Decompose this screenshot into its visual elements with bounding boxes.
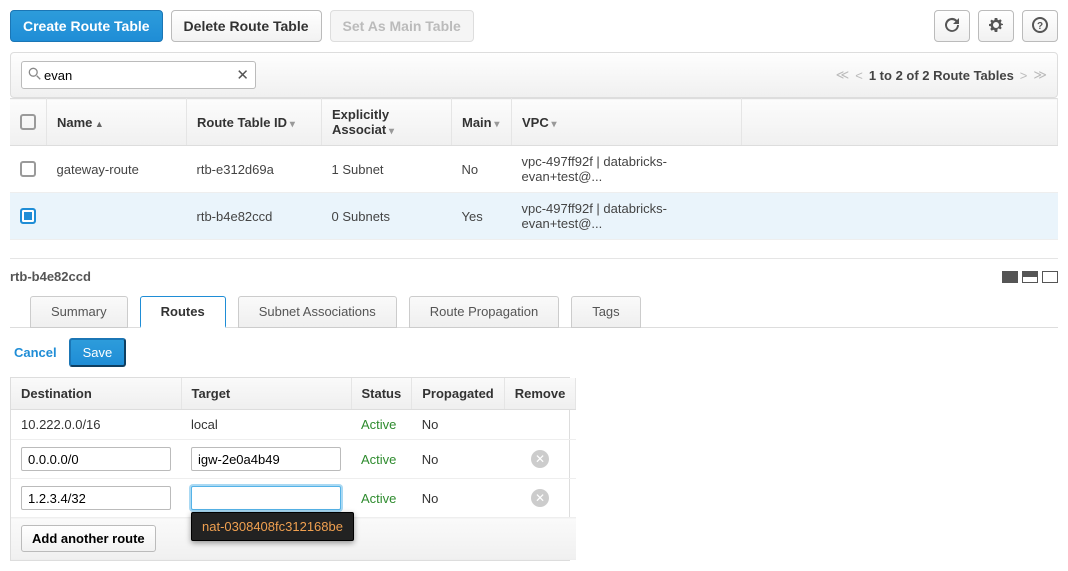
rt-col-remove: Remove xyxy=(504,378,576,410)
cell-name: gateway-route xyxy=(47,146,187,193)
status-text: Active xyxy=(361,491,396,506)
detail-tabs: Summary Routes Subnet Associations Route… xyxy=(10,296,1058,328)
tab-subnet-associations[interactable]: Subnet Associations xyxy=(238,296,397,328)
select-all-checkbox[interactable] xyxy=(20,114,36,130)
status-text: Active xyxy=(361,452,396,467)
tab-route-propagation[interactable]: Route Propagation xyxy=(409,296,559,328)
help-button[interactable]: ? xyxy=(1022,10,1058,42)
tab-routes[interactable]: Routes xyxy=(140,296,226,328)
search-input[interactable] xyxy=(42,67,236,84)
cell-explicit-assoc: 0 Subnets xyxy=(322,193,452,240)
layout-detail-icon[interactable] xyxy=(1042,271,1058,283)
add-another-route-button[interactable]: Add another route xyxy=(21,525,156,552)
cell-route-table-id: rtb-b4e82ccd xyxy=(187,193,322,240)
edit-actions: Cancel Save xyxy=(10,328,1058,377)
save-button[interactable]: Save xyxy=(69,338,127,367)
cell-main: Yes xyxy=(452,193,512,240)
status-text: Active xyxy=(361,417,396,432)
help-icon: ? xyxy=(1032,17,1048,36)
cell-main: No xyxy=(452,146,512,193)
gear-icon xyxy=(988,17,1004,36)
tab-summary[interactable]: Summary xyxy=(30,296,128,328)
pager-text: 1 to 2 of 2 Route Tables xyxy=(869,68,1014,83)
remove-route-button[interactable]: ✕ xyxy=(531,489,549,507)
layout-split-icon[interactable] xyxy=(1022,271,1038,283)
route-row: nat-0308408fc312168beActiveNo✕ xyxy=(11,479,576,518)
tab-tags[interactable]: Tags xyxy=(571,296,640,328)
rt-col-propagated: Propagated xyxy=(412,378,505,410)
cell-explicit-assoc: 1 Subnet xyxy=(322,146,452,193)
pager-first-icon[interactable]: ≪ xyxy=(836,67,850,83)
rt-col-target: Target xyxy=(181,378,351,410)
routes-edit-table: Destination Target Status Propagated Rem… xyxy=(10,377,570,561)
clear-search-icon[interactable]: ✕ xyxy=(236,66,249,84)
detail-header: rtb-b4e82ccd xyxy=(10,267,1058,290)
target-input[interactable] xyxy=(191,486,341,510)
layout-toggles xyxy=(1002,271,1058,283)
rt-col-status: Status xyxy=(351,378,412,410)
col-vpc[interactable]: VPC xyxy=(512,99,742,146)
row-checkbox[interactable] xyxy=(20,161,36,177)
search-icon xyxy=(28,67,42,84)
col-name[interactable]: Name xyxy=(47,99,187,146)
cell-name xyxy=(47,193,187,240)
target-suggestion[interactable]: nat-0308408fc312168be xyxy=(191,512,354,541)
set-as-main-table-button: Set As Main Table xyxy=(330,10,474,42)
target-input[interactable] xyxy=(191,447,341,471)
propagated-text: No xyxy=(412,410,505,440)
pager-prev-icon[interactable]: < xyxy=(855,68,863,83)
table-row[interactable]: rtb-b4e82ccd0 SubnetsYesvpc-497ff92f | d… xyxy=(10,193,1058,240)
propagated-text: No xyxy=(412,479,505,518)
delete-route-table-button[interactable]: Delete Route Table xyxy=(171,10,322,42)
destination-text: 10.222.0.0/16 xyxy=(11,410,181,440)
propagated-text: No xyxy=(412,440,505,479)
pager: ≪ < 1 to 2 of 2 Route Tables > ≫ xyxy=(836,67,1047,83)
pager-last-icon[interactable]: ≫ xyxy=(1033,67,1047,83)
row-checkbox[interactable] xyxy=(20,208,36,224)
create-route-table-button[interactable]: Create Route Table xyxy=(10,10,163,42)
route-row: 10.222.0.0/16local Active No xyxy=(11,410,576,440)
pager-next-icon[interactable]: > xyxy=(1020,68,1028,83)
cell-route-table-id: rtb-e312d69a xyxy=(187,146,322,193)
detail-title: rtb-b4e82ccd xyxy=(10,269,91,284)
col-route-table-id[interactable]: Route Table ID xyxy=(187,99,322,146)
route-tables-table: Name Route Table ID Explicitly Associat … xyxy=(10,98,1058,240)
route-row: Active No ✕ xyxy=(11,440,576,479)
remove-route-button[interactable]: ✕ xyxy=(531,450,549,468)
table-row[interactable]: gateway-routertb-e312d69a1 SubnetNovpc-4… xyxy=(10,146,1058,193)
refresh-icon xyxy=(944,17,960,36)
search-box[interactable]: ✕ xyxy=(21,61,256,89)
top-toolbar: Create Route Table Delete Route Table Se… xyxy=(10,10,1058,42)
destination-input[interactable] xyxy=(21,447,171,471)
rt-col-destination: Destination xyxy=(11,378,181,410)
filter-bar: ✕ ≪ < 1 to 2 of 2 Route Tables > ≫ xyxy=(10,52,1058,98)
cell-vpc: vpc-497ff92f | databricks-evan+test@... xyxy=(512,146,742,193)
refresh-button[interactable] xyxy=(934,10,970,42)
cell-vpc: vpc-497ff92f | databricks-evan+test@... xyxy=(512,193,742,240)
cancel-button[interactable]: Cancel xyxy=(14,345,57,360)
col-main[interactable]: Main xyxy=(452,99,512,146)
target-text: local xyxy=(181,410,351,440)
layout-single-icon[interactable] xyxy=(1002,271,1018,283)
destination-input[interactable] xyxy=(21,486,171,510)
svg-text:?: ? xyxy=(1037,21,1043,32)
col-explicit-assoc[interactable]: Explicitly Associat xyxy=(322,99,452,146)
settings-button[interactable] xyxy=(978,10,1014,42)
